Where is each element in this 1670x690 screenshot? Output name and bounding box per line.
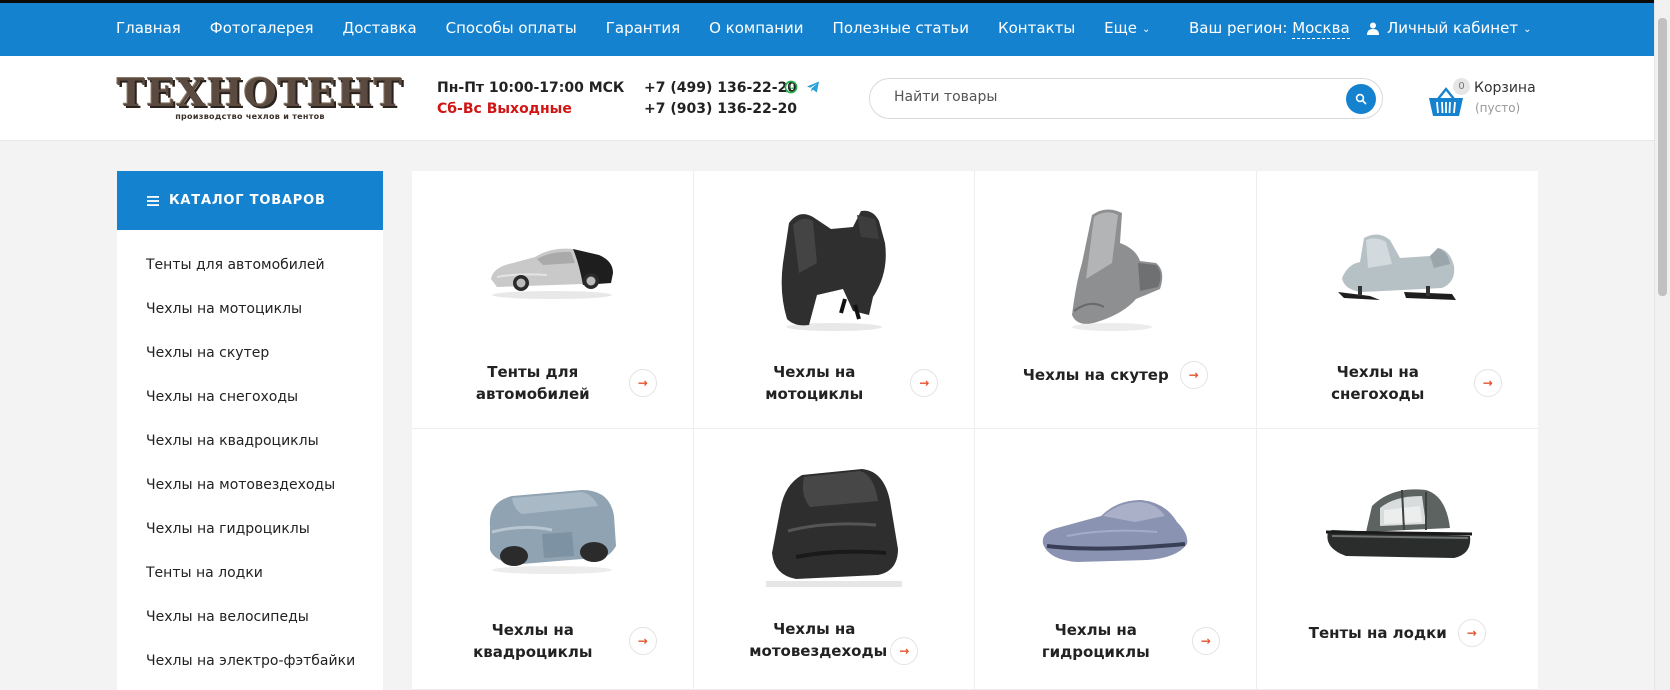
arrow-right-icon[interactable]: → <box>628 369 657 397</box>
scooter-cover-image[interactable] <box>975 193 1256 343</box>
category-title[interactable]: Тенты на лодки <box>1309 622 1447 644</box>
catalog-item-motorcycle[interactable]: Чехлы на мотоциклы <box>117 300 383 344</box>
snowmobile-cover-image[interactable] <box>1257 193 1539 343</box>
category-card[interactable]: Чехлы на снегоходы → <box>1256 171 1539 429</box>
catalog-header[interactable]: КАТАЛОГ ТОВАРОВ <box>117 171 383 230</box>
category-title[interactable]: Чехлы на квадроциклы <box>448 619 618 663</box>
search-box <box>869 78 1383 119</box>
chevron-down-icon: ⌄ <box>1523 23 1532 35</box>
catalog-item-boat[interactable]: Тенты на лодки <box>117 564 383 608</box>
category-card[interactable]: Чехлы на мотовездеходы → <box>693 429 975 690</box>
telegram-icon[interactable] <box>806 80 820 94</box>
region-selector: Ваш регион: Москва <box>1189 19 1350 39</box>
category-grid: Тенты для автомобилей → Чехлы на мотоцикл… <box>412 171 1538 690</box>
arrow-right-icon[interactable]: → <box>910 369 939 397</box>
nav-gallery[interactable]: Фотогалерея <box>210 19 314 37</box>
category-card[interactable]: Тенты на лодки → <box>1256 429 1539 690</box>
nav-warranty[interactable]: Гарантия <box>606 19 680 37</box>
nav-more-label: Еще <box>1104 19 1138 37</box>
arrow-right-icon[interactable]: → <box>1179 361 1208 389</box>
menu-icon <box>147 195 159 206</box>
chevron-down-icon: ⌄ <box>1142 23 1151 35</box>
hours-weekdays: Пн-Пт 10:00-17:00 МСК <box>437 80 625 96</box>
arrow-right-icon[interactable]: → <box>628 627 657 655</box>
arrow-right-icon[interactable]: → <box>1457 619 1486 647</box>
category-card[interactable]: Чехлы на скутер → <box>975 171 1257 429</box>
top-bar: Главная Фотогалерея Доставка Способы опл… <box>0 0 1654 56</box>
arrow-right-icon[interactable]: → <box>1473 369 1502 397</box>
account-label: Личный кабинет <box>1387 19 1519 37</box>
working-hours: Пн-Пт 10:00-17:00 МСК Сб-Вс Выходные <box>437 78 624 120</box>
atv-cover-image[interactable] <box>412 451 693 601</box>
category-card[interactable]: Тенты для автомобилей → <box>412 171 694 429</box>
category-title[interactable]: Тенты для автомобилей <box>448 361 618 405</box>
hours-weekend: Сб-Вс Выходные <box>437 101 572 117</box>
scrollbar-thumb[interactable] <box>1658 18 1667 296</box>
region-city-link[interactable]: Москва <box>1292 19 1350 39</box>
nav-articles[interactable]: Полезные статьи <box>833 19 969 37</box>
category-title[interactable]: Чехлы на мотовездеходы <box>749 618 887 662</box>
catalog-item-atv[interactable]: Чехлы на квадроциклы <box>117 432 383 476</box>
search-button[interactable] <box>1346 84 1376 114</box>
cart-widget[interactable]: 0 Корзина (пусто) <box>1428 78 1548 120</box>
catalog-title: КАТАЛОГ ТОВАРОВ <box>169 193 326 208</box>
logo-wordmark: ТЕХНОТЕНТ <box>117 70 404 115</box>
cart-count-badge: 0 <box>1453 78 1470 95</box>
category-card[interactable]: Чехлы на гидроциклы → <box>975 429 1257 690</box>
search-input[interactable] <box>894 89 1314 105</box>
category-title[interactable]: Чехлы на скутер <box>1023 364 1169 386</box>
catalog-list: Тенты для автомобилей Чехлы на мотоциклы… <box>117 230 383 690</box>
nav-home[interactable]: Главная <box>116 19 181 37</box>
phone-numbers: +7 (499) 136-22-20 +7 (903) 136-22-20 <box>644 78 797 120</box>
motorcycle-cover-image[interactable] <box>694 193 975 343</box>
account-menu[interactable]: Личный кабинет ⌄ <box>1367 19 1531 37</box>
catalog-sidebar: КАТАЛОГ ТОВАРОВ Тенты для автомобилей Че… <box>117 171 383 690</box>
page-scrollbar[interactable] <box>1654 0 1670 690</box>
cart-status: (пусто) <box>1475 101 1521 115</box>
nav-payment[interactable]: Способы оплаты <box>446 19 577 37</box>
logo-tagline: производство чехлов и тентов <box>175 112 325 121</box>
top-bar-edge <box>0 0 1654 3</box>
site-logo[interactable]: ТЕХНОТЕНТ производство чехлов и тентов <box>117 70 404 125</box>
whatsapp-icon[interactable] <box>784 80 798 94</box>
category-title[interactable]: Чехлы на гидроциклы <box>1011 619 1181 663</box>
top-nav: Главная Фотогалерея Доставка Способы опл… <box>116 19 1179 37</box>
nav-contacts[interactable]: Контакты <box>998 19 1075 37</box>
arrow-right-icon[interactable]: → <box>890 637 919 665</box>
category-title[interactable]: Чехлы на мотоциклы <box>729 361 899 405</box>
car-cover-image[interactable] <box>412 193 693 343</box>
site-header: ТЕХНОТЕНТ производство чехлов и тентов П… <box>0 56 1654 141</box>
category-card[interactable]: Чехлы на квадроциклы → <box>412 429 694 690</box>
category-card[interactable]: Чехлы на мотоциклы → <box>693 171 975 429</box>
catalog-item-bicycle[interactable]: Чехлы на велосипеды <box>117 608 383 652</box>
region-label: Ваш регион: <box>1189 19 1288 37</box>
jetski-cover-image[interactable] <box>975 451 1256 601</box>
search-icon <box>1355 93 1367 105</box>
messenger-links <box>784 80 820 94</box>
utv-cover-image[interactable] <box>694 451 975 601</box>
phone-2-link[interactable]: +7 (903) 136-22-20 <box>644 99 797 120</box>
cart-label: Корзина <box>1474 80 1536 96</box>
boat-tent-image[interactable] <box>1257 451 1539 601</box>
phone-1-link[interactable]: +7 (499) 136-22-20 <box>644 78 797 99</box>
catalog-item-jetski[interactable]: Чехлы на гидроциклы <box>117 520 383 564</box>
nav-delivery[interactable]: Доставка <box>342 19 416 37</box>
catalog-item-fatbike[interactable]: Чехлы на электро-фэтбайки <box>117 652 383 690</box>
catalog-item-snowmobile[interactable]: Чехлы на снегоходы <box>117 388 383 432</box>
user-icon <box>1367 22 1379 35</box>
nav-about[interactable]: О компании <box>709 19 803 37</box>
category-title[interactable]: Чехлы на снегоходы <box>1293 361 1463 405</box>
arrow-right-icon[interactable]: → <box>1191 627 1220 655</box>
nav-more[interactable]: Еще ⌄ <box>1104 19 1150 37</box>
catalog-item-car-covers[interactable]: Тенты для автомобилей <box>117 256 383 300</box>
catalog-item-utv[interactable]: Чехлы на мотовездеходы <box>117 476 383 520</box>
catalog-item-scooter[interactable]: Чехлы на скутер <box>117 344 383 388</box>
